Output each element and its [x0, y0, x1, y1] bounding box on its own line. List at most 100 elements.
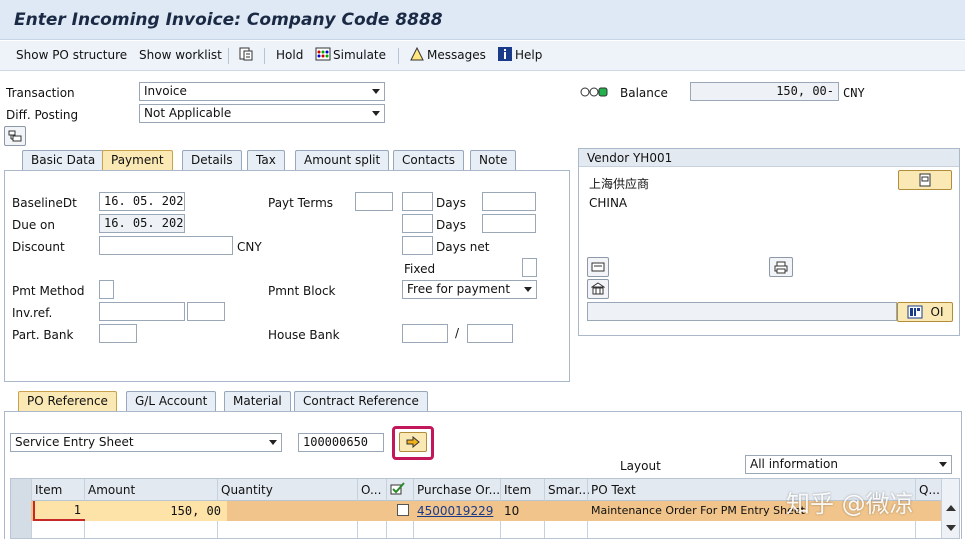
table-scrollbar[interactable]: [941, 479, 959, 538]
part-bank-field[interactable]: [99, 324, 137, 343]
toolbar-separator: [228, 48, 229, 64]
warning-icon: [410, 46, 424, 64]
discount-field[interactable]: [99, 236, 233, 255]
vendor-edit-button[interactable]: [587, 257, 609, 277]
toolbar-separator: [398, 48, 399, 64]
col-header-check-icon[interactable]: [390, 482, 406, 499]
vendor-title: Vendor YH001: [587, 151, 673, 165]
layout-dropdown[interactable]: All information: [745, 455, 952, 474]
payt-terms-label: Payt Terms: [268, 196, 334, 210]
pmt-method-field[interactable]: [99, 280, 114, 299]
col-header-purchase-order[interactable]: Purchase Or...: [417, 483, 500, 497]
show-po-structure-button[interactable]: Show PO structure: [16, 48, 127, 62]
fixed-checkbox[interactable]: [522, 258, 537, 277]
tab-note[interactable]: Note: [470, 150, 517, 170]
days-net-label: Days net: [436, 240, 490, 254]
tab-gl-account[interactable]: G/L Account: [126, 391, 217, 411]
tab-contacts[interactable]: Contacts: [393, 150, 464, 170]
messages-button[interactable]: Messages: [427, 48, 486, 62]
transaction-value: Invoice: [144, 84, 187, 98]
vendor-display-button[interactable]: [898, 170, 952, 190]
pmnt-block-dropdown[interactable]: Free for payment: [402, 280, 537, 299]
card-icon: [591, 262, 605, 272]
po-text-cell: Maintenance Order For PM Entry Sheet: [591, 504, 805, 517]
diff-posting-label: Diff. Posting: [6, 108, 79, 122]
simulate-icon: [315, 46, 331, 65]
col-header-amount[interactable]: Amount: [88, 483, 135, 497]
execute-button[interactable]: [399, 432, 427, 452]
days1-field[interactable]: [402, 192, 433, 211]
purchase-order-link[interactable]: 4500019229: [417, 504, 493, 518]
house-bank-account-field[interactable]: [467, 324, 513, 343]
vendor-bank-field: [587, 302, 897, 321]
discount-label: Discount: [12, 240, 65, 254]
chevron-down-icon: [269, 440, 277, 445]
display-icon: [919, 173, 931, 187]
col-header-q[interactable]: Q...: [919, 483, 940, 497]
inv-ref-year-field[interactable]: [187, 302, 225, 321]
diff-posting-value: Not Applicable: [144, 106, 232, 120]
chevron-down-icon: [372, 89, 380, 94]
show-worklist-button[interactable]: Show worklist: [139, 48, 222, 62]
payt-terms-field[interactable]: [355, 192, 393, 211]
reference-type-value: Service Entry Sheet: [15, 435, 134, 449]
balance-currency: CNY: [843, 86, 865, 100]
days2-field[interactable]: [402, 214, 433, 233]
balance-label: Balance: [620, 86, 668, 100]
printer-icon: [774, 261, 788, 273]
tab-basic-data[interactable]: Basic Data: [22, 150, 105, 170]
days2-percent-field[interactable]: [482, 214, 536, 233]
page-title: Enter Incoming Invoice: Company Code 888…: [14, 10, 443, 30]
title-bar: Enter Incoming Invoice: Company Code 888…: [0, 0, 965, 40]
simulate-button[interactable]: Simulate: [333, 48, 386, 62]
expand-header-button[interactable]: [4, 126, 26, 146]
reference-type-dropdown[interactable]: Service Entry Sheet: [10, 433, 282, 452]
hold-button[interactable]: Hold: [276, 48, 303, 62]
layout-value: All information: [750, 457, 838, 471]
tab-payment[interactable]: Payment: [102, 150, 173, 170]
open-items-button[interactable]: OI: [897, 302, 953, 322]
header-tabstrip: Basic Data Payment Details Tax Amount sp…: [4, 150, 570, 172]
document-icon[interactable]: [238, 46, 254, 65]
tab-material[interactable]: Material: [224, 391, 291, 411]
transaction-dropdown[interactable]: Invoice: [139, 82, 385, 101]
reference-number-field[interactable]: 100000650: [298, 433, 384, 452]
open-items-label: OI: [930, 305, 944, 319]
status-lights-icon: [580, 86, 610, 101]
col-header-item[interactable]: Item: [35, 483, 62, 497]
scroll-down-icon[interactable]: [946, 525, 956, 531]
folder-tree-icon: [8, 130, 22, 142]
baseline-date-label: BaselineDt: [12, 196, 77, 210]
col-header-po-text[interactable]: PO Text: [591, 483, 636, 497]
tab-amount-split[interactable]: Amount split: [295, 150, 390, 170]
baseline-date-field[interactable]: 16. 05. 2023: [99, 192, 185, 211]
row-selector-column: [11, 479, 31, 538]
discount-currency: CNY: [237, 240, 262, 254]
vendor-bank-button[interactable]: [587, 279, 609, 299]
col-header-po-item[interactable]: Item: [504, 483, 531, 497]
col-header-smart[interactable]: Smar...: [548, 483, 590, 497]
tab-po-reference[interactable]: PO Reference: [18, 391, 117, 411]
application-toolbar: Show PO structure Show worklist Hold Sim…: [0, 41, 965, 71]
due-on-field: 16. 05. 2023: [99, 214, 185, 233]
help-button[interactable]: Help: [515, 48, 542, 62]
due-on-label: Due on: [12, 218, 55, 232]
tab-tax[interactable]: Tax: [247, 150, 285, 170]
row-checkbox[interactable]: [397, 504, 409, 516]
col-header-quantity[interactable]: Quantity: [221, 483, 273, 497]
amount-cell[interactable]: 150, 00: [85, 501, 227, 521]
tab-contract-reference[interactable]: Contract Reference: [294, 391, 428, 411]
inv-ref-field[interactable]: [99, 302, 185, 321]
chevron-down-icon: [372, 111, 380, 116]
item-cell[interactable]: 1: [33, 501, 85, 521]
vendor-print-button[interactable]: [769, 257, 793, 277]
vendor-panel-header: Vendor YH001: [579, 149, 959, 167]
house-bank-field[interactable]: [402, 324, 448, 343]
col-header-o[interactable]: O...: [361, 483, 381, 497]
diff-posting-dropdown[interactable]: Not Applicable: [139, 104, 385, 123]
tab-details[interactable]: Details: [182, 150, 242, 170]
days1-percent-field[interactable]: [482, 192, 536, 211]
transaction-label: Transaction: [6, 86, 75, 100]
scroll-up-icon[interactable]: [946, 505, 956, 511]
days-net-field[interactable]: [402, 236, 433, 255]
